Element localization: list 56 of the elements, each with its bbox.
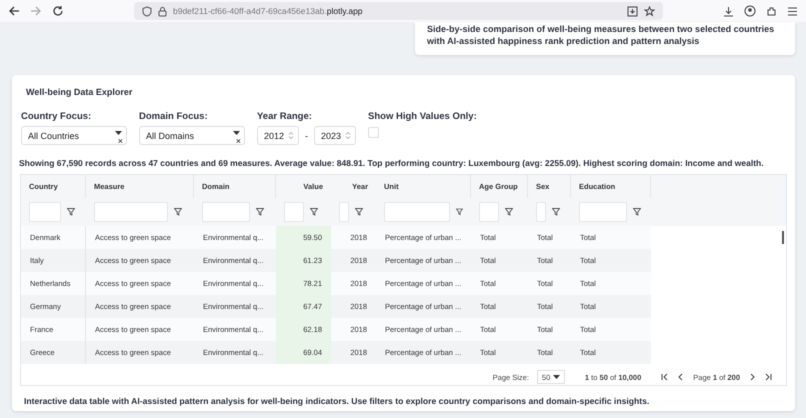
filter-field[interactable] — [202, 202, 250, 222]
filter-icon[interactable] — [552, 208, 560, 216]
filter-icon[interactable] — [633, 208, 641, 216]
country-focus-label: Country Focus: — [21, 111, 92, 122]
caret-icon — [552, 375, 560, 379]
filter-field[interactable] — [384, 202, 450, 222]
filter-icon[interactable] — [456, 208, 463, 216]
clear-button[interactable]: × — [118, 136, 123, 146]
country-dropdown[interactable]: All Countries × — [21, 126, 127, 145]
dropdown-value: All Countries — [28, 130, 80, 140]
filter-field[interactable] — [579, 202, 627, 222]
domain-focus-label: Domain Focus: — [139, 111, 209, 122]
summary-text: Showing 67,590 records across 47 countries and 69 measures. Average value: 848.91. Top performing country: Luxembourg (avg: 2255.09). Highest scoring domain: Income and wealth. — [19, 158, 765, 168]
shield-icon — [142, 6, 152, 16]
filter-field[interactable] — [94, 202, 168, 222]
back-icon[interactable] — [8, 5, 20, 17]
year-range-label: Year Range: — [257, 111, 313, 122]
account-icon[interactable] — [744, 5, 756, 17]
download-icon[interactable] — [723, 6, 734, 16]
high-values-label: Show High Values Only: — [368, 111, 477, 122]
clear-button[interactable]: × — [236, 136, 241, 146]
filter-field[interactable] — [536, 202, 546, 222]
filter-icon[interactable] — [355, 208, 363, 216]
footer-text: Interactive data table with AI-assisted pattern analysis for well-being indicators. Use filters to explore country comparisons and domain-specific insights. — [24, 396, 650, 406]
filter-icon[interactable] — [505, 208, 513, 216]
filter-icon[interactable] — [174, 208, 182, 216]
comparison-description: Side-by-side comparison of well-being measures between two selected countries with AI-assisted happiness rank prediction and pattern analysis — [427, 23, 776, 47]
range-separator: - — [304, 130, 309, 140]
previous-page-icon[interactable] — [677, 373, 686, 381]
filter-field[interactable] — [479, 202, 499, 222]
extensions-icon[interactable] — [766, 6, 777, 16]
first-page-icon[interactable] — [661, 373, 670, 381]
dropdown-value: All Domains — [146, 130, 194, 140]
caret-icon — [233, 131, 240, 135]
caret-icon — [115, 131, 122, 135]
star-icon[interactable] — [644, 6, 655, 16]
filter-icon[interactable] — [310, 208, 318, 216]
address-bar[interactable]: b9def211-cf66-40ff-a4d7-69ca456e13ab.plotly.app — [134, 2, 663, 20]
high-values-checkbox[interactable] — [368, 127, 379, 138]
filter-field[interactable] — [284, 202, 304, 222]
filter-icon[interactable] — [67, 208, 75, 216]
lock-icon — [158, 6, 167, 16]
year-to-field[interactable]: 2023 — [314, 126, 356, 145]
explorer-title: Well-being Data Explorer — [26, 87, 134, 97]
year-from-field[interactable]: 2012 — [257, 126, 299, 145]
url-text: b9def211-cf66-40ff-a4d7-69ca456e13ab.plotly.app — [173, 6, 363, 16]
download-icon[interactable] — [627, 6, 638, 16]
scrollbar-thumb[interactable] — [782, 231, 784, 244]
reload-icon[interactable] — [52, 5, 64, 17]
domain-dropdown[interactable]: All Domains × — [139, 126, 245, 145]
filter-icon[interactable] — [256, 208, 264, 216]
menu-icon[interactable] — [787, 6, 798, 16]
filter-field[interactable] — [29, 202, 61, 222]
filter-field[interactable] — [339, 202, 349, 222]
next-page-icon[interactable] — [748, 373, 756, 381]
last-page-icon[interactable] — [764, 373, 772, 381]
